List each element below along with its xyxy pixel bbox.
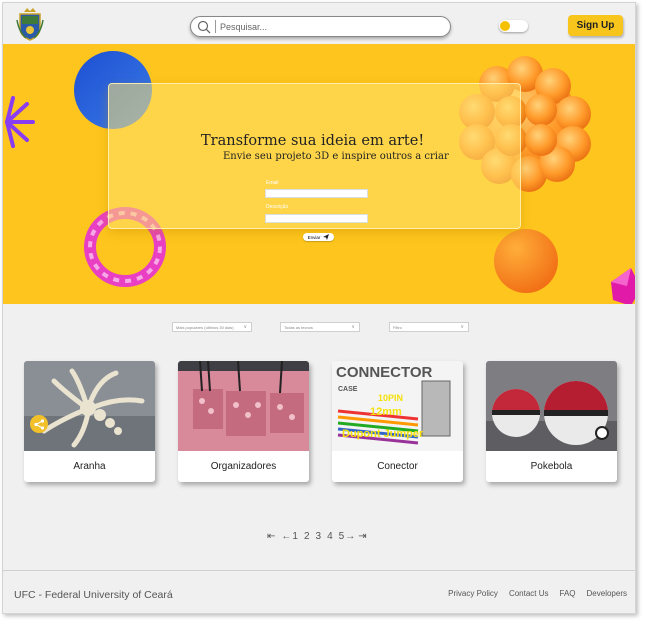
filter-popular-label: Mais populares (últimos 30 dias) [176,324,234,330]
share-button[interactable] [30,415,48,433]
faq-link[interactable]: FAQ [560,589,576,598]
page-3[interactable]: 3 [316,531,322,542]
toggle-knob [500,21,510,31]
organizer-model-image [178,361,309,451]
page-frame: Sign Up [2,2,636,614]
card-title: Conector [377,461,418,472]
pagination: ⇤ ← 1 2 3 4 5 → ⇥ [267,531,367,542]
filter-popular[interactable]: Mais populares (últimos 30 dias) ∨ [172,322,252,332]
last-page-button[interactable]: ⇥ [358,531,366,542]
page-2[interactable]: 2 [304,531,310,542]
chevron-down-icon: ∨ [351,324,355,330]
developers-link[interactable]: Developers [587,589,627,598]
page-1[interactable]: 1 [292,531,298,542]
project-card-aranha[interactable]: Aranha [24,361,155,482]
hero-banner: Transforme sua ideia em arte! Envie seu … [3,44,635,304]
search-icon [197,20,211,33]
next-page-button[interactable]: → [345,531,355,542]
send-label: Enviar [307,234,321,240]
search-divider [215,20,216,33]
contact-us-link[interactable]: Contact Us [509,589,549,598]
connector-title-text: CONNECTOR [336,364,433,381]
connector-pin-text: 10PIN [378,393,403,403]
chevron-down-icon: ∨ [460,324,464,330]
search-input[interactable] [220,21,420,32]
share-icon [33,418,44,430]
hero-subtitle: Envie seu projeto 3D e inspire outros a … [223,151,449,162]
description-label: Descrição [266,204,289,210]
card-title: Pokebola [530,461,573,472]
email-label: Email [266,180,279,186]
prev-page-button[interactable]: ← [281,531,291,542]
project-card-pokebola[interactable]: Pokebola [486,361,617,482]
chevron-down-icon: ∨ [243,324,247,330]
project-card-conector[interactable]: CONNECTOR CASE 10PIN 12mm Dupont Jumper … [332,361,463,482]
filter-technology-label: Todas as tecnos [284,324,313,330]
header: Sign Up [3,3,635,44]
footer-links: Privacy Policy Contact Us FAQ Developers [448,589,627,598]
purple-star-decoration [5,96,35,148]
description-field[interactable] [265,214,368,223]
connector-model-image: CONNECTOR CASE 10PIN 12mm Dupont Jumper [332,361,463,451]
orange-sphere-decoration [494,229,558,293]
connector-mm-text: 12mm [370,406,402,418]
send-button[interactable]: Enviar [303,233,334,241]
card-title: Aranha [73,461,106,472]
pokeball-model-image [486,361,617,451]
card-title: Organizadores [210,461,277,472]
spider-model-image [24,361,155,451]
email-field[interactable] [265,189,368,198]
first-page-button[interactable]: ⇤ [267,531,275,542]
connector-case-text: CASE [338,386,358,393]
pink-gem-decoration [611,268,635,304]
hero-title: Transforme sua ideia em arte! [201,133,425,149]
logo-crest[interactable] [16,6,44,42]
footer-title: UFC - Federal University of Ceará [14,589,173,601]
signup-button[interactable]: Sign Up [568,15,623,36]
connector-jumper-text: Dupont Jumper [342,428,424,440]
filter-technology[interactable]: Todas as tecnos ∨ [280,322,360,332]
privacy-policy-link[interactable]: Privacy Policy [448,589,498,598]
footer: UFC - Federal University of Ceará Privac… [3,570,635,613]
send-icon [323,234,330,240]
page-4[interactable]: 4 [327,531,333,542]
filter-generic[interactable]: Filtro ∨ [389,322,469,332]
search-bar[interactable] [190,16,451,37]
page-5[interactable]: 5 [339,531,345,542]
theme-toggle[interactable] [499,20,528,32]
project-card-organizadores[interactable]: Organizadores [178,361,309,482]
filter-generic-label: Filtro [393,324,402,330]
